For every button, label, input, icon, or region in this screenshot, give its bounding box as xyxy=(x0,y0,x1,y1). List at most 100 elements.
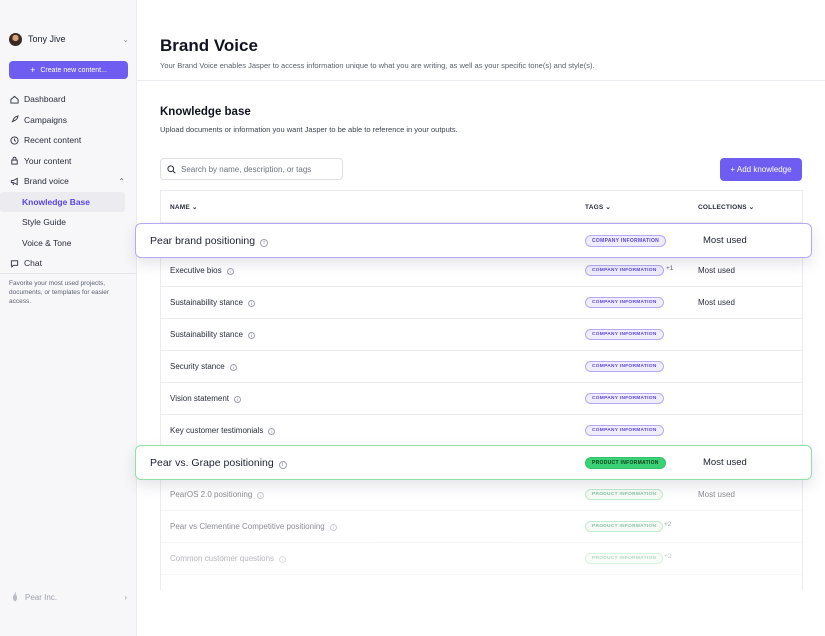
section-subtitle: Upload documents or information you want… xyxy=(160,125,458,134)
main-content: Brand Voice Your Brand Voice enables Jas… xyxy=(137,0,825,636)
page-title: Brand Voice xyxy=(160,36,258,55)
column-header-tags[interactable]: TAGS ⌄ xyxy=(585,203,611,211)
more-tags-count[interactable]: +1 xyxy=(666,265,673,272)
table-row[interactable]: Vision statement i COMPANY INFORMATION xyxy=(161,383,802,415)
info-icon[interactable]: i xyxy=(226,268,234,275)
user-name: Tony Jive xyxy=(28,34,66,44)
row-name-text: PearOS 2.0 positioning xyxy=(170,490,253,499)
row-name: Sustainability stance i xyxy=(170,330,255,339)
table-row[interactable]: PearOS 2.0 positioning i PRODUCT INFORMAT… xyxy=(161,479,802,511)
info-icon[interactable]: i xyxy=(329,524,337,531)
row-name-text: Sustainability stance xyxy=(170,298,243,307)
lock-icon xyxy=(9,156,19,166)
info-icon[interactable]: i xyxy=(247,332,255,339)
sidebar-item-knowledge-base[interactable]: Knowledge Base xyxy=(0,191,125,212)
search-box[interactable] xyxy=(160,158,343,180)
pear-logo-icon xyxy=(12,592,18,602)
row-name-text: Vision statement xyxy=(170,394,229,403)
add-knowledge-button[interactable]: + Add knowledge xyxy=(720,158,802,181)
sidebar-item-your-content[interactable]: Your content xyxy=(0,151,137,172)
sidebar-item-label: Style Guide xyxy=(22,217,66,228)
chevron-up-icon[interactable]: ⌃ xyxy=(118,177,125,186)
info-icon[interactable]: i xyxy=(278,461,287,469)
sidebar: Tony Jive ⌄ + Create new content... Dash… xyxy=(0,0,137,636)
table-row[interactable]: Sustainability stance i COMPANY INFORMATI… xyxy=(161,319,802,351)
table-row[interactable]: Common customer questions i PRODUCT INFOR… xyxy=(161,543,802,575)
info-icon[interactable]: i xyxy=(260,239,269,247)
tag-badge: COMPANY INFORMATION xyxy=(585,329,664,340)
info-icon[interactable]: i xyxy=(234,396,241,403)
highlighted-row-pear-brand-positioning[interactable]: Pear brand positioning i COMPANY INFORMAT… xyxy=(135,223,812,258)
sidebar-item-chat[interactable]: Chat xyxy=(0,253,137,274)
home-icon xyxy=(9,94,19,104)
sidebar-item-brand-voice[interactable]: Brand voice ⌃ xyxy=(0,171,137,192)
table-row[interactable]: Sustainability stance i COMPANY INFORMATI… xyxy=(161,287,802,319)
row-name-text: Pear vs Clementine Competitive positioni… xyxy=(170,522,325,531)
table-row[interactable]: Key customer testimonials i COMPANY INFOR… xyxy=(161,415,802,447)
row-name: Sustainability stance i xyxy=(170,298,255,307)
info-icon[interactable]: i xyxy=(268,428,276,435)
sidebar-item-voice-tone[interactable]: Voice & Tone xyxy=(0,233,137,254)
row-name-text: Security stance xyxy=(170,362,225,371)
row-name: Security stance i xyxy=(170,362,237,371)
column-header-name[interactable]: NAME ⌄ xyxy=(170,203,198,211)
org-switcher[interactable]: Pear Inc. › xyxy=(11,592,127,602)
header-divider xyxy=(137,80,825,81)
row-name: Pear brand positioning i xyxy=(150,235,269,247)
column-header-collections[interactable]: COLLECTIONS ⌄ xyxy=(698,203,754,211)
create-content-button[interactable]: + Create new content... xyxy=(9,61,128,79)
highlighted-row-pear-vs-grape-positioning[interactable]: Pear vs. Grape positioning i PRODUCT INFO… xyxy=(135,445,812,480)
sidebar-item-label: Knowledge Base xyxy=(22,196,91,207)
sidebar-item-label: Recent content xyxy=(24,135,82,146)
section-title: Knowledge base xyxy=(160,106,251,118)
sidebar-item-label: Your content xyxy=(24,155,72,166)
sidebar-item-label: Voice & Tone xyxy=(22,237,72,248)
avatar xyxy=(9,32,22,46)
column-label: COLLECTIONS xyxy=(698,204,747,211)
row-name: Key customer testimonials i xyxy=(170,426,276,435)
row-name-text: Executive bios xyxy=(170,266,222,275)
info-icon[interactable]: i xyxy=(247,300,255,307)
sidebar-item-style-guide[interactable]: Style Guide xyxy=(0,212,137,233)
more-tags-count[interactable]: +2 xyxy=(664,553,671,560)
user-switcher[interactable]: Tony Jive ⌄ xyxy=(9,31,129,47)
info-icon[interactable]: i xyxy=(229,364,237,371)
sidebar-item-label: Chat xyxy=(24,258,42,269)
megaphone-icon xyxy=(9,176,19,186)
favorites-help-text: Favorite your most used projects, docume… xyxy=(9,280,110,305)
table-row[interactable]: Security stance i COMPANY INFORMATION xyxy=(161,351,802,383)
sidebar-item-label: Campaigns xyxy=(24,114,67,125)
search-input[interactable] xyxy=(181,164,341,174)
sidebar-nav: Dashboard Campaigns Recent content Your … xyxy=(0,89,137,274)
sidebar-item-dashboard[interactable]: Dashboard xyxy=(0,89,137,110)
chevron-down-icon: ⌄ xyxy=(122,34,129,44)
sidebar-item-recent-content[interactable]: Recent content xyxy=(0,130,137,151)
row-collection: Most used xyxy=(698,490,735,499)
column-label: NAME xyxy=(170,204,190,211)
tag-badge: PRODUCT INFORMATION xyxy=(585,489,664,500)
more-tags-count[interactable]: +2 xyxy=(664,521,671,528)
tag-badge: PRODUCT INFORMATION xyxy=(585,553,664,564)
row-name: Pear vs. Grape positioning i xyxy=(150,457,287,469)
row-name-text: Sustainability stance xyxy=(170,330,243,339)
tag-badge: COMPANY INFORMATION xyxy=(585,235,667,247)
info-icon[interactable]: i xyxy=(279,556,287,563)
clock-icon xyxy=(9,135,19,145)
table-header: NAME ⌄ TAGS ⌄ COLLECTIONS ⌄ xyxy=(161,191,802,223)
org-name: Pear Inc. xyxy=(25,592,58,602)
row-collection: Most used xyxy=(698,266,735,275)
tag-badge: COMPANY INFORMATION xyxy=(585,393,664,404)
tag-badge: COMPANY INFORMATION xyxy=(585,425,664,436)
row-collection: Most used xyxy=(703,235,747,246)
row-name: Pear vs Clementine Competitive positioni… xyxy=(170,522,337,531)
row-name-text: Pear brand positioning xyxy=(150,235,256,247)
sidebar-item-campaigns[interactable]: Campaigns xyxy=(0,110,137,131)
sidebar-item-label: Brand voice xyxy=(24,176,69,187)
search-icon xyxy=(167,164,176,174)
table-row[interactable]: Executive bios i COMPANY INFORMATION +1 M… xyxy=(161,255,802,287)
row-name: PearOS 2.0 positioning i xyxy=(170,490,265,499)
table-row[interactable]: Pear vs Clementine Competitive positioni… xyxy=(161,511,802,543)
tag-badge: COMPANY INFORMATION xyxy=(585,297,664,308)
info-icon[interactable]: i xyxy=(257,492,265,499)
tag-badge: PRODUCT INFORMATION xyxy=(585,521,664,532)
